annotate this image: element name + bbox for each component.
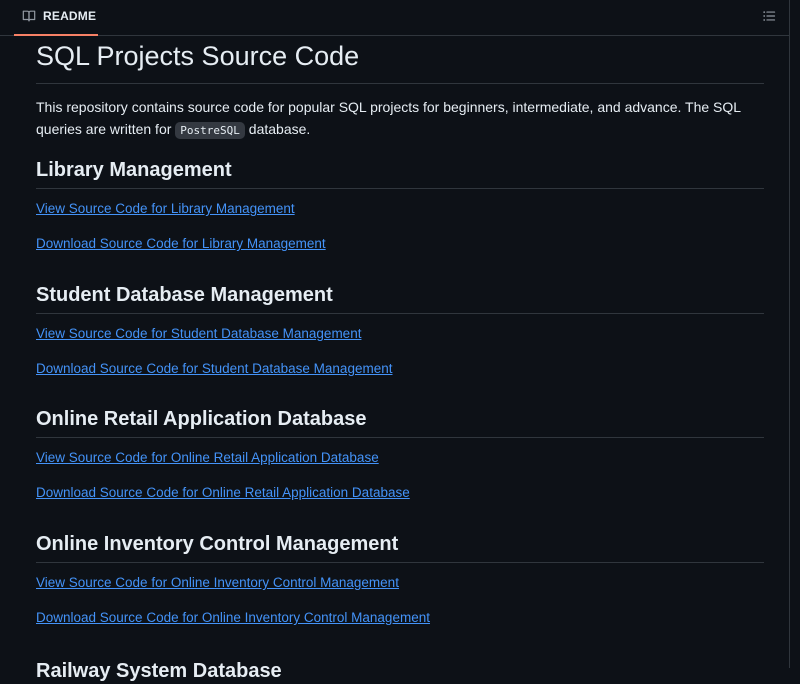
section-heading: Student Database Management xyxy=(36,282,764,314)
section-heading: Online Inventory Control Management xyxy=(36,531,764,563)
download-source-link[interactable]: Download Source Code for Online Inventor… xyxy=(36,609,430,627)
list-unordered-icon[interactable] xyxy=(762,9,776,23)
download-source-link[interactable]: Download Source Code for Library Managem… xyxy=(36,235,326,253)
book-icon xyxy=(22,10,36,22)
section-heading: Online Retail Application Database xyxy=(36,406,764,438)
view-source-link[interactable]: View Source Code for Online Inventory Co… xyxy=(36,574,399,592)
intro-text: This repository contains source code for… xyxy=(36,99,741,137)
readme-tabbar: README xyxy=(0,0,790,36)
section-heading-partial: Railway System Database xyxy=(36,660,282,682)
tab-readme[interactable]: README xyxy=(14,0,98,36)
tab-readme-label: README xyxy=(43,9,97,23)
inline-code: PostreSQL xyxy=(175,122,245,139)
section-heading: Library Management xyxy=(36,157,764,189)
page-title: SQL Projects Source Code xyxy=(36,40,764,84)
intro-text-end: database. xyxy=(244,121,311,137)
intro-paragraph: This repository contains source code for… xyxy=(36,96,764,142)
download-source-link[interactable]: Download Source Code for Student Databas… xyxy=(36,360,392,378)
view-source-link[interactable]: View Source Code for Student Database Ma… xyxy=(36,325,361,343)
view-source-link[interactable]: View Source Code for Library Management xyxy=(36,200,295,218)
download-source-link[interactable]: Download Source Code for Online Retail A… xyxy=(36,484,410,502)
view-source-link[interactable]: View Source Code for Online Retail Appli… xyxy=(36,449,379,467)
readme-panel: README SQL Projects Source Code This rep… xyxy=(0,0,790,682)
